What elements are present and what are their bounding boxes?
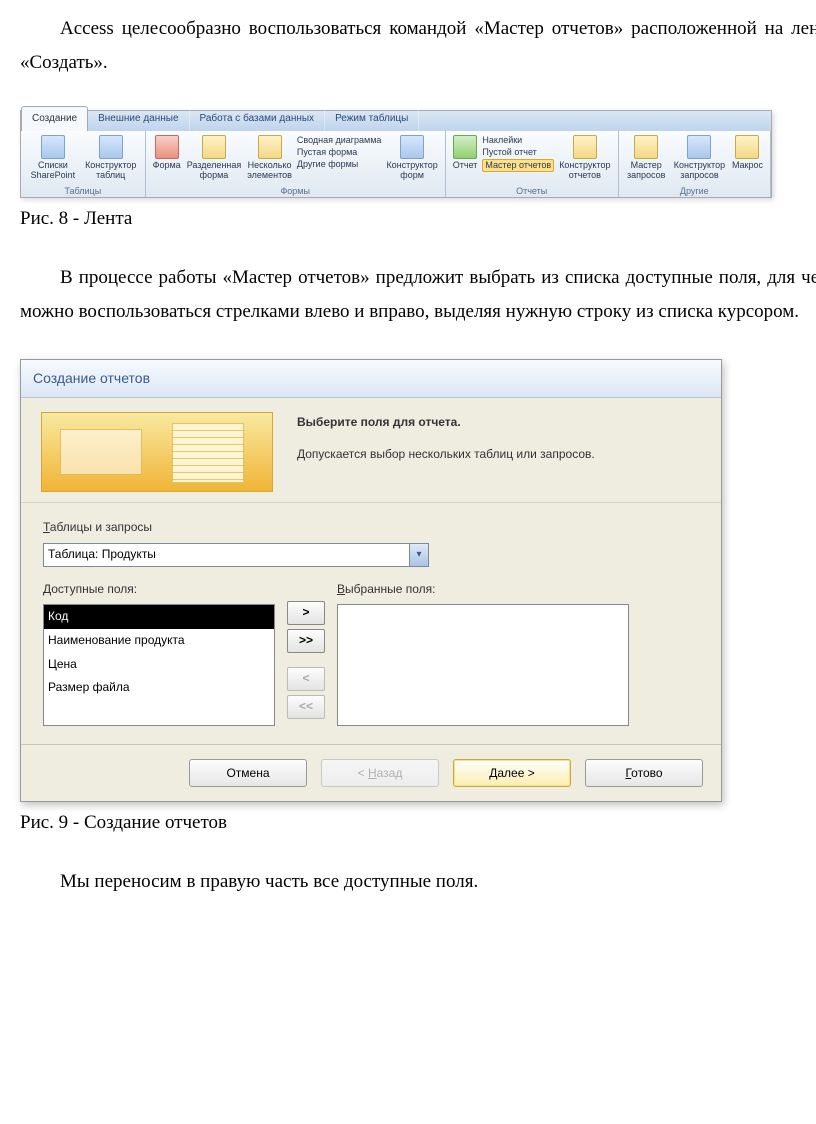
- wizard-subheading: Допускается выбор нескольких таблиц или …: [297, 447, 595, 461]
- tables-queries-label: Таблицы и запросы: [43, 517, 699, 539]
- ribbon-tab-strip: Создание Внешние данные Работа с базами …: [21, 111, 771, 131]
- multi-items-icon: [258, 135, 282, 159]
- wizard-graphic: [41, 412, 273, 492]
- ribbon-forms-small: Сводная диаграмма Пустая форма Другие фо…: [295, 133, 384, 172]
- form-design-icon: [400, 135, 424, 159]
- query-wizard-icon: [634, 135, 658, 159]
- remove-field-button[interactable]: <: [287, 667, 325, 691]
- ribbon-query-design[interactable]: Конструктор запросов: [670, 133, 729, 183]
- selected-fields-label: Выбранные поля:: [337, 579, 629, 601]
- ribbon-tab-dbtools[interactable]: Работа с базами данных: [190, 107, 326, 131]
- ribbon-multiple-items[interactable]: Несколько элементов: [244, 133, 295, 183]
- ribbon-more-forms[interactable]: Другие формы: [297, 159, 382, 171]
- ribbon-labels[interactable]: Наклейки: [482, 135, 554, 147]
- list-item[interactable]: Наименование продукта: [44, 629, 274, 653]
- ribbon-blank-form[interactable]: Пустая форма: [297, 147, 382, 159]
- ribbon-form[interactable]: Форма: [150, 133, 184, 173]
- dropdown-arrow-icon[interactable]: ▾: [409, 544, 428, 566]
- ribbon-report-design[interactable]: Конструктор отчетов: [556, 133, 613, 183]
- ribbon-form-design[interactable]: Конструктор форм: [383, 133, 440, 183]
- paragraph-1: Access целесообразно воспользоваться ком…: [20, 12, 816, 80]
- ribbon-group-tables-label: Таблицы: [25, 183, 141, 200]
- paragraph-3: Мы переносим в правую часть все доступны…: [20, 865, 816, 899]
- tables-combo-value: Таблица: Продукты: [48, 544, 156, 566]
- ribbon-group-reports-label: Отчеты: [450, 183, 614, 200]
- report-design-icon: [573, 135, 597, 159]
- tables-combo[interactable]: Таблица: Продукты ▾: [43, 543, 429, 567]
- ribbon-group-other-label: Другие: [623, 183, 766, 200]
- ribbon-tab-datasheet[interactable]: Режим таблицы: [325, 107, 419, 131]
- ribbon-tab-create[interactable]: Создание: [21, 106, 88, 131]
- wizard-instruction: Выберите поля для отчета. Допускается вы…: [297, 412, 595, 492]
- ribbon-sharepoint-lists[interactable]: Списки SharePoint: [25, 133, 81, 183]
- report-wizard-dialog: Создание отчетов Выберите поля для отчет…: [20, 359, 722, 802]
- report-icon: [453, 135, 477, 159]
- ribbon-tab-external[interactable]: Внешние данные: [88, 107, 189, 131]
- ribbon-table-design[interactable]: Конструктор таблиц: [81, 133, 141, 183]
- access-ribbon: Создание Внешние данные Работа с базами …: [20, 110, 772, 198]
- list-item[interactable]: Цена: [44, 653, 274, 677]
- ribbon-reports-small: Наклейки Пустой отчет Мастер отчетов: [480, 133, 556, 174]
- ribbon-query-wizard[interactable]: Мастер запросов: [623, 133, 670, 183]
- ribbon-report-wizard[interactable]: Мастер отчетов: [482, 159, 554, 173]
- table-design-icon: [99, 135, 123, 159]
- ribbon-blank-report[interactable]: Пустой отчет: [482, 147, 554, 159]
- ribbon-group-forms-label: Формы: [150, 183, 441, 200]
- list-item[interactable]: Код: [44, 605, 274, 629]
- wizard-title-bar: Создание отчетов: [21, 360, 721, 398]
- ribbon-report[interactable]: Отчет: [450, 133, 481, 173]
- paragraph-2: В процессе работы «Мастер отчетов» предл…: [20, 261, 816, 329]
- finish-button[interactable]: Готово: [585, 759, 703, 787]
- add-all-button[interactable]: >>: [287, 629, 325, 653]
- macro-icon: [735, 135, 759, 159]
- add-field-button[interactable]: >: [287, 601, 325, 625]
- query-design-icon: [687, 135, 711, 159]
- list-item[interactable]: Размер файла: [44, 676, 274, 700]
- ribbon-split-form[interactable]: Разделенная форма: [184, 133, 245, 183]
- figure-9-caption: Рис. 9 - Создание отчетов: [20, 806, 816, 840]
- back-button[interactable]: < Назад: [321, 759, 439, 787]
- figure-8-caption: Рис. 8 - Лента: [20, 202, 816, 236]
- remove-all-button[interactable]: <<: [287, 695, 325, 719]
- wizard-heading: Выберите поля для отчета.: [297, 412, 595, 434]
- cancel-button[interactable]: Отмена: [189, 759, 307, 787]
- available-fields-list[interactable]: Код Наименование продукта Цена Размер фа…: [43, 604, 275, 726]
- table-icon: [41, 135, 65, 159]
- next-button[interactable]: Далее >: [453, 759, 571, 787]
- available-fields-label: Доступные поля:: [43, 579, 275, 601]
- ribbon-macro[interactable]: Макрос: [729, 133, 766, 173]
- selected-fields-list[interactable]: [337, 604, 629, 726]
- form-icon: [155, 135, 179, 159]
- split-form-icon: [202, 135, 226, 159]
- ribbon-pivotchart[interactable]: Сводная диаграмма: [297, 135, 382, 147]
